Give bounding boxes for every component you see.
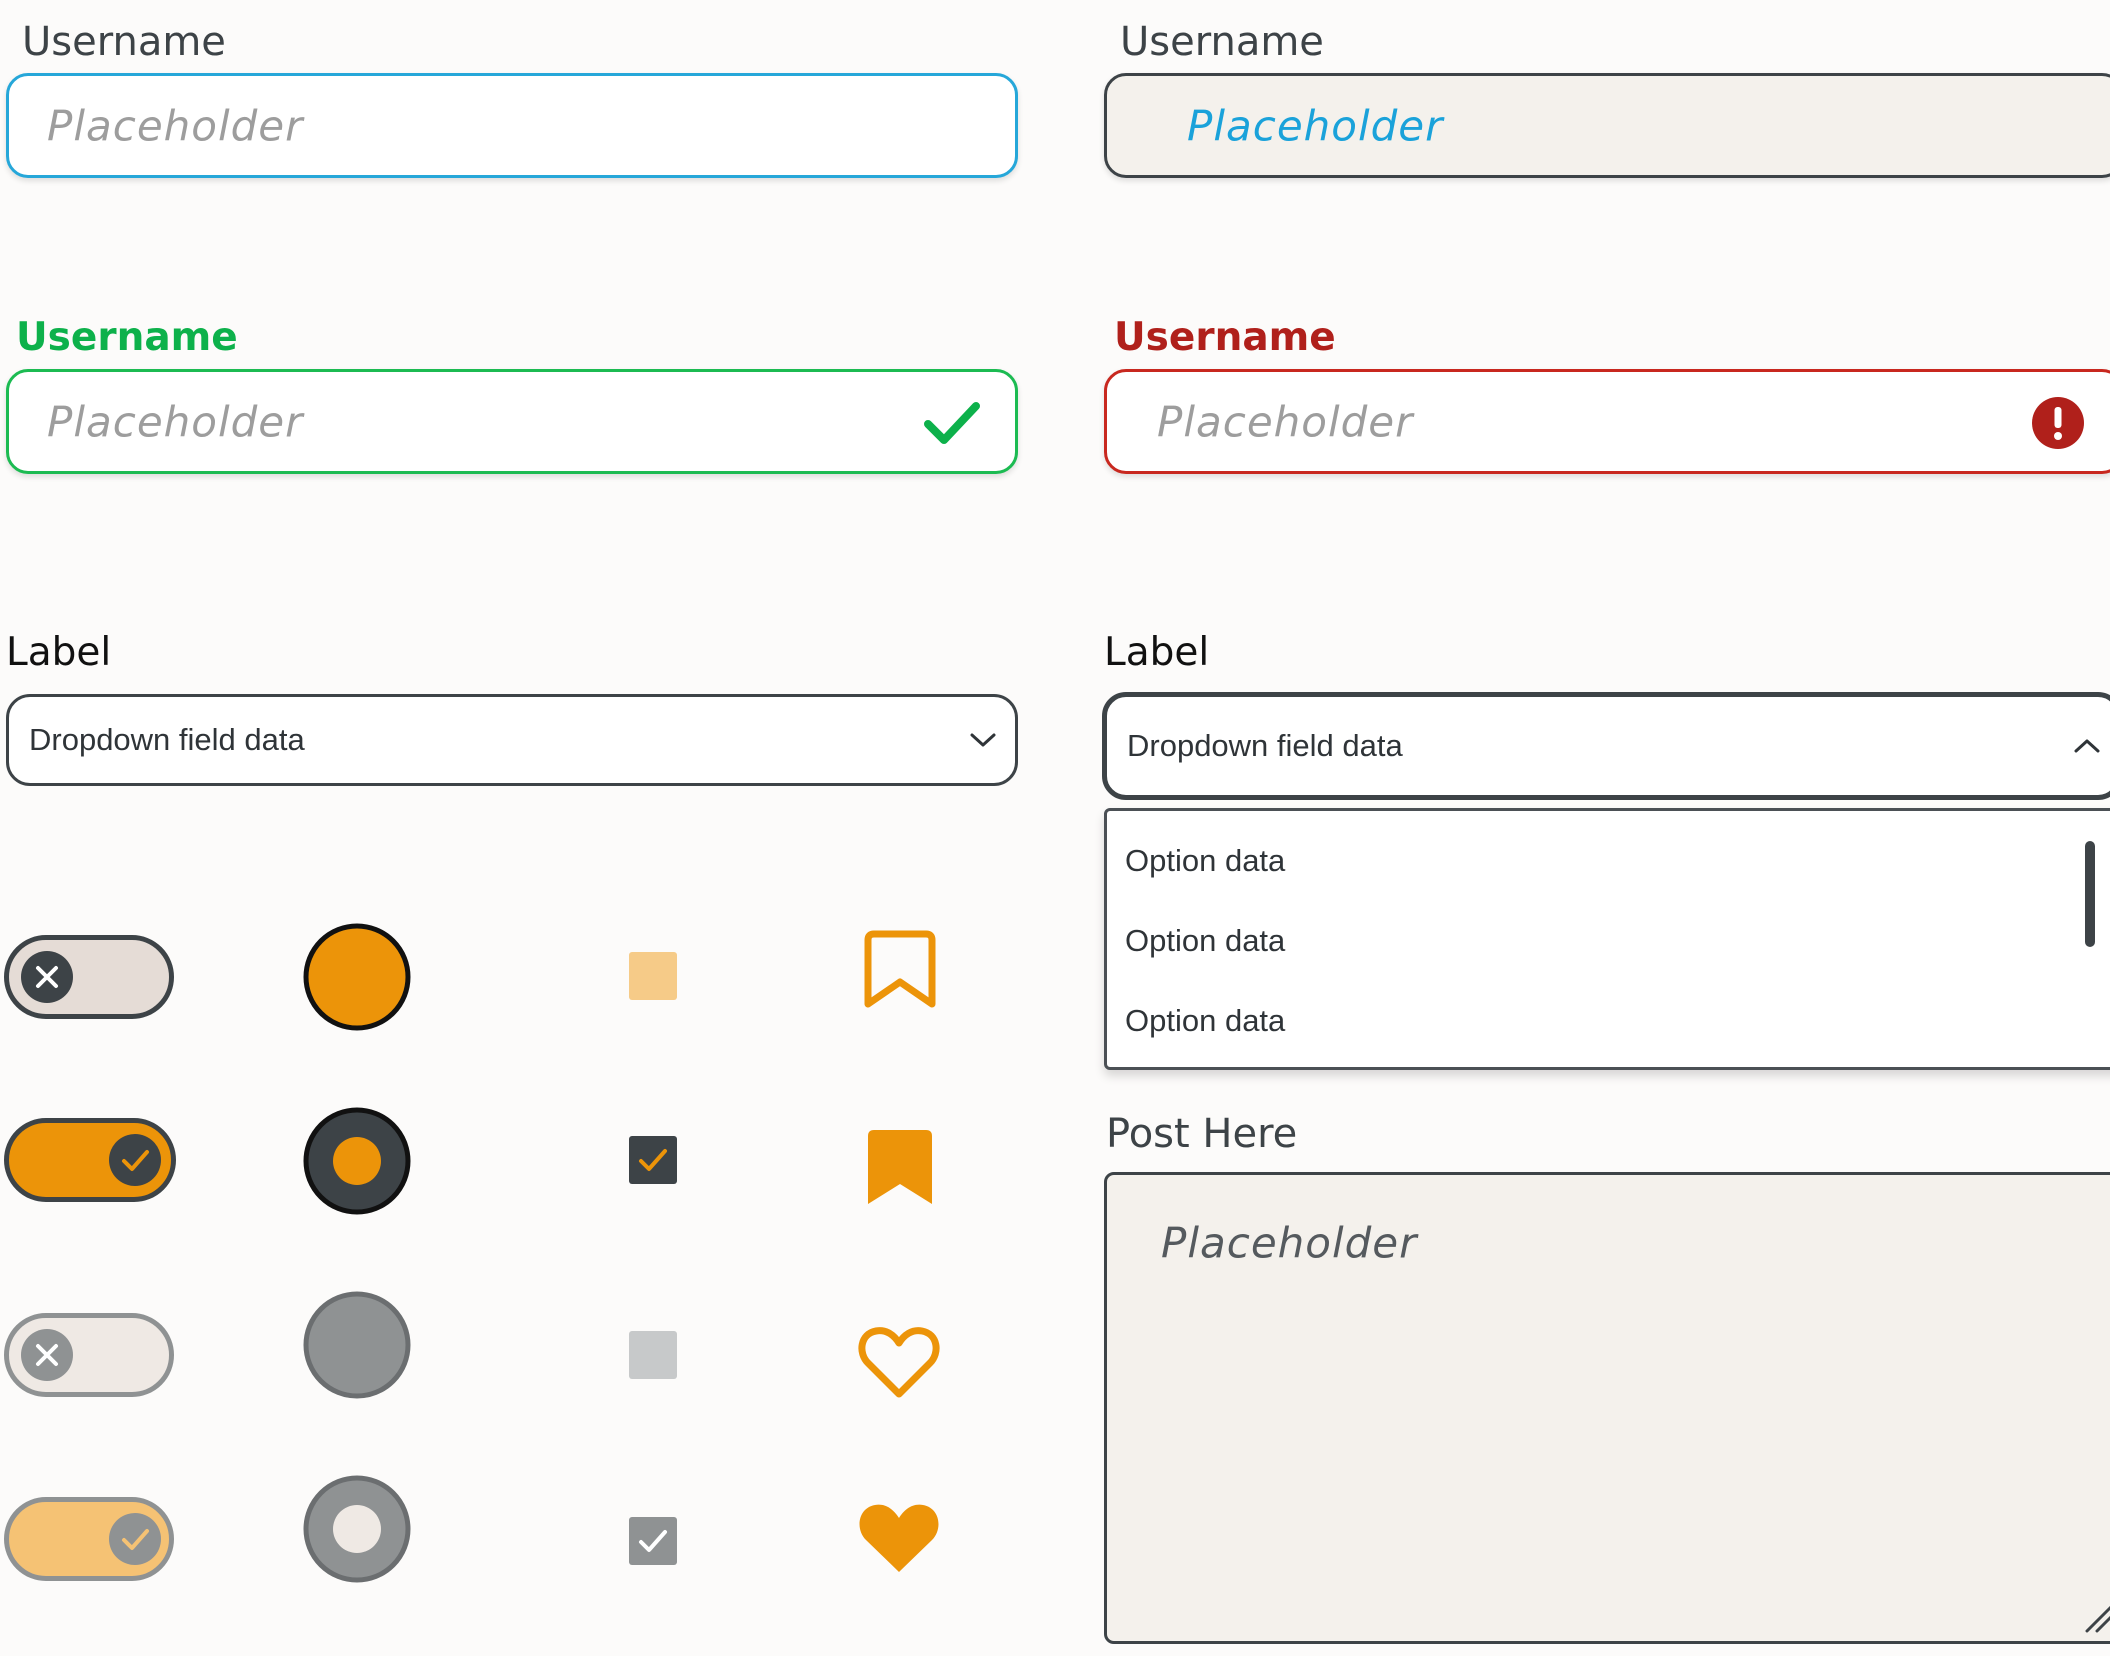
bookmark-filled-icon[interactable] (860, 1126, 940, 1210)
radio-selected-disabled[interactable] (302, 1474, 412, 1584)
dropdown-label: Label (6, 630, 112, 675)
checkmark-icon (122, 1529, 149, 1550)
dropdown-option[interactable]: Option data (1125, 923, 1285, 959)
username-input-success[interactable]: Placeholder (6, 369, 1018, 474)
post-textarea[interactable]: Placeholder (1104, 1172, 2110, 1644)
bookmark-outline-icon[interactable] (860, 928, 940, 1012)
dropdown-option[interactable]: Option data (1125, 843, 1285, 879)
toggle-knob (21, 1329, 73, 1381)
toggle-off[interactable] (4, 935, 174, 1019)
radio-selected[interactable] (302, 1106, 412, 1216)
radio-unselected[interactable] (302, 922, 412, 1032)
username-label-filled: Username (1120, 19, 1324, 65)
username-label-focused: Username (22, 19, 226, 65)
resize-handle-icon[interactable] (2083, 1603, 2110, 1633)
username-label-success: Username (16, 315, 238, 360)
username-input-filled[interactable]: Placeholder (1104, 73, 2110, 178)
checkmark-icon (122, 1150, 149, 1171)
username-label-error: Username (1114, 315, 1336, 360)
checkbox-unchecked[interactable] (629, 952, 677, 1000)
username-placeholder: Placeholder (47, 101, 304, 150)
error-icon (2032, 397, 2084, 449)
dropdown-value: Dropdown field data (29, 722, 305, 757)
username-placeholder: Placeholder (1157, 397, 1414, 446)
dropdown-label: Label (1104, 630, 1210, 675)
checkbox-checked-disabled[interactable] (629, 1517, 677, 1565)
chevron-up-icon (2074, 739, 2100, 753)
post-label: Post Here (1106, 1111, 1298, 1157)
heart-filled-icon[interactable] (856, 1500, 942, 1576)
dropdown-value: Dropdown field data (1127, 728, 1403, 763)
username-input-focused[interactable]: Placeholder (6, 73, 1018, 178)
toggle-knob (109, 1134, 161, 1186)
username-placeholder: Placeholder (47, 397, 304, 446)
heart-outline-icon[interactable] (856, 1324, 942, 1400)
chevron-down-icon (970, 733, 996, 747)
username-placeholder: Placeholder (1187, 101, 1444, 150)
toggle-knob (109, 1513, 161, 1565)
dropdown-open[interactable]: Dropdown field data (1102, 692, 2110, 800)
checkmark-icon (639, 1149, 667, 1171)
toggle-knob (21, 951, 73, 1003)
username-input-error[interactable]: Placeholder (1104, 369, 2110, 474)
dropdown-menu: Option data Option data Option data (1104, 808, 2110, 1070)
checkbox-checked[interactable] (629, 1136, 677, 1184)
close-icon (36, 1344, 58, 1366)
toggle-on[interactable] (4, 1118, 176, 1202)
toggle-off-disabled[interactable] (4, 1313, 174, 1397)
checkmark-icon (924, 402, 980, 444)
dropdown-option[interactable]: Option data (1125, 1003, 1285, 1039)
checkmark-icon (639, 1530, 667, 1552)
post-placeholder: Placeholder (1161, 1218, 1418, 1268)
checkbox-unchecked-disabled[interactable] (629, 1331, 677, 1379)
toggle-on-disabled[interactable] (4, 1497, 174, 1581)
close-icon (36, 966, 58, 988)
dropdown-closed[interactable]: Dropdown field data (6, 694, 1018, 786)
radio-unselected-disabled[interactable] (302, 1290, 412, 1400)
dropdown-scrollbar[interactable] (2085, 841, 2095, 947)
